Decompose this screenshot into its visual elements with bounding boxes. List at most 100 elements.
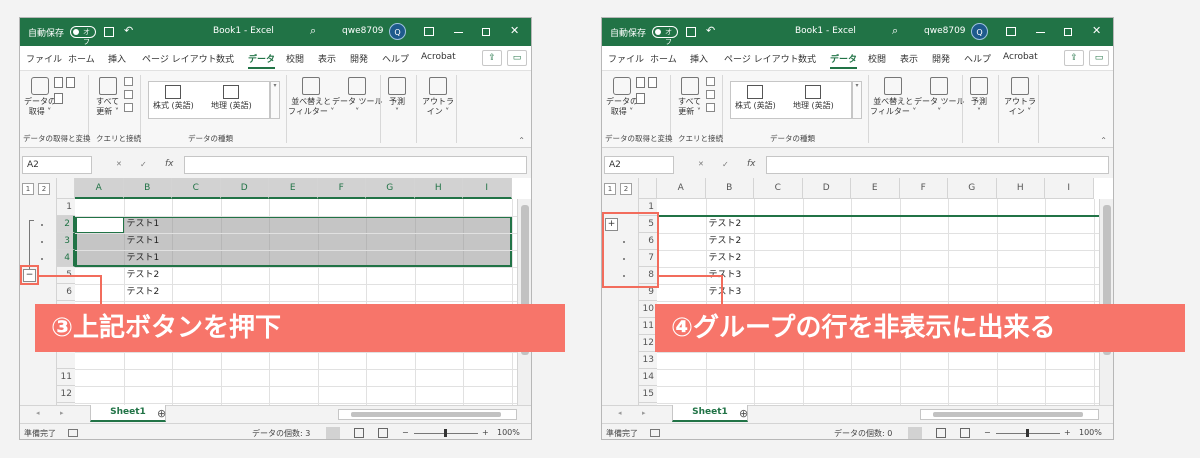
outline-button[interactable]: アウトラ イン ˅	[1004, 77, 1036, 117]
save-icon[interactable]	[686, 27, 696, 37]
vertical-scrollbar[interactable]	[1099, 199, 1113, 405]
next-sheet-icon[interactable]: ▸	[642, 409, 646, 417]
column-header-E[interactable]: E	[269, 178, 318, 199]
cell-b[interactable]	[706, 199, 755, 216]
next-sheet-icon[interactable]: ▸	[60, 409, 64, 417]
cell-b[interactable]: テスト2	[706, 216, 755, 233]
zoom-out-icon[interactable]: −	[402, 428, 409, 437]
prev-sheet-icon[interactable]: ◂	[618, 409, 622, 417]
data-tools-button[interactable]: データ ツール ˅	[914, 77, 965, 117]
data-source-icon[interactable]	[636, 77, 645, 88]
hscroll-thumb[interactable]	[351, 412, 501, 417]
close-icon[interactable]: ✕	[1092, 24, 1101, 37]
row-header[interactable]: 13	[639, 352, 657, 369]
get-data-button[interactable]: データの 取得 ˅	[606, 77, 638, 117]
outline-level-1[interactable]: 1	[22, 183, 34, 195]
zoom-level[interactable]: 100%	[1079, 428, 1102, 437]
tab-8[interactable]: 開発	[350, 52, 368, 65]
data-source-icon[interactable]	[648, 77, 657, 88]
ribbon-display-options-icon[interactable]	[424, 27, 434, 36]
avatar[interactable]: Q	[971, 23, 988, 40]
outline-level-2[interactable]: 2	[38, 183, 50, 195]
tab-6[interactable]: 校閲	[868, 52, 886, 65]
column-header-F[interactable]: F	[899, 178, 948, 199]
select-all-corner[interactable]	[57, 178, 75, 199]
tab-2[interactable]: 挿入	[690, 52, 708, 65]
insert-function-icon[interactable]: fx	[165, 159, 174, 169]
tab-7[interactable]: 表示	[900, 52, 918, 65]
name-box[interactable]: A2	[604, 156, 674, 174]
cell-b[interactable]	[706, 386, 755, 403]
maximize-icon[interactable]	[482, 28, 490, 36]
search-icon[interactable]: ⌕	[892, 24, 898, 38]
tab-2[interactable]: 挿入	[108, 52, 126, 65]
enter-icon[interactable]: ✓	[140, 160, 147, 169]
refresh-all-button[interactable]: すべて 更新 ˅	[96, 77, 119, 117]
column-header-I[interactable]: I	[463, 178, 512, 199]
sheet-tab-sheet1[interactable]: Sheet1	[672, 405, 748, 422]
close-icon[interactable]: ✕	[510, 24, 519, 37]
comments-icon[interactable]: ▭	[507, 50, 527, 66]
tab-3[interactable]: ページ レイアウト	[724, 52, 799, 65]
autosave-toggle[interactable]: オフ	[70, 26, 96, 46]
formula-input[interactable]	[766, 156, 1109, 174]
normal-view-icon[interactable]	[908, 427, 922, 439]
tab-8[interactable]: 開発	[932, 52, 950, 65]
data-types-gallery[interactable]: 株式 (英語) 地理 (英語)	[148, 81, 270, 119]
sheet-tab-sheet1[interactable]: Sheet1	[90, 405, 166, 422]
column-header-C[interactable]: C	[172, 178, 221, 199]
sort-filter-button[interactable]: 並べ替えと フィルター ˅	[870, 77, 916, 117]
data-tools-button[interactable]: データ ツール ˅	[332, 77, 383, 117]
column-header-H[interactable]: H	[414, 178, 463, 199]
row-header[interactable]: 3	[57, 233, 75, 250]
tab-3[interactable]: ページ レイアウト	[142, 52, 217, 65]
page-layout-view-icon[interactable]	[936, 428, 946, 438]
normal-view-icon[interactable]	[326, 427, 340, 439]
cell-b[interactable]	[124, 352, 173, 369]
tab-4[interactable]: 数式	[216, 52, 234, 65]
column-header-C[interactable]: C	[754, 178, 803, 199]
query-icon[interactable]	[124, 103, 133, 112]
cell-b[interactable]	[124, 199, 173, 216]
tab-6[interactable]: 校閲	[286, 52, 304, 65]
tab-10[interactable]: Acrobat	[421, 52, 456, 62]
vertical-scrollbar[interactable]	[517, 199, 531, 405]
get-data-button[interactable]: データの 取得 ˅	[24, 77, 56, 117]
cell-b[interactable]: テスト1	[124, 233, 173, 250]
geography-button[interactable]: 地理 (英語)	[793, 85, 834, 111]
tab-10[interactable]: Acrobat	[1003, 52, 1038, 62]
data-types-gallery[interactable]: 株式 (英語) 地理 (英語)	[730, 81, 852, 119]
row-header[interactable]: 1	[57, 199, 75, 216]
outline-level-1[interactable]: 1	[604, 183, 616, 195]
minimize-icon[interactable]	[454, 32, 463, 33]
avatar[interactable]: Q	[389, 23, 406, 40]
row-header[interactable]: 2	[57, 216, 75, 233]
row-header[interactable]: 14	[639, 369, 657, 386]
zoom-out-icon[interactable]: −	[984, 428, 991, 437]
page-break-view-icon[interactable]	[378, 428, 388, 438]
undo-icon[interactable]: ↶	[706, 24, 715, 37]
stocks-button[interactable]: 株式 (英語)	[735, 85, 776, 111]
column-header-D[interactable]: D	[802, 178, 851, 199]
outline-level-2[interactable]: 2	[620, 183, 632, 195]
tab-5[interactable]: データ	[830, 52, 858, 69]
collapse-ribbon-icon[interactable]: ⌃	[1100, 136, 1107, 145]
undo-icon[interactable]: ↶	[124, 24, 133, 37]
tab-0[interactable]: ファイル	[608, 52, 644, 65]
data-source-icon[interactable]	[636, 93, 645, 104]
query-icon[interactable]	[706, 77, 715, 86]
row-header[interactable]: 6	[57, 284, 75, 301]
outline-button[interactable]: アウトラ イン ˅	[422, 77, 454, 117]
maximize-icon[interactable]	[1064, 28, 1072, 36]
column-header-A[interactable]: A	[657, 178, 706, 199]
row-header[interactable]: 15	[639, 386, 657, 403]
gallery-scroll[interactable]: ▾	[270, 81, 280, 119]
column-header-B[interactable]: B	[123, 178, 172, 199]
query-icon[interactable]	[124, 77, 133, 86]
zoom-level[interactable]: 100%	[497, 428, 520, 437]
cell-b[interactable]: テスト2	[124, 284, 173, 301]
row-header[interactable]: 12	[57, 386, 75, 403]
row-header[interactable]	[57, 352, 75, 369]
column-header-F[interactable]: F	[317, 178, 366, 199]
column-header-A[interactable]: A	[75, 178, 124, 199]
